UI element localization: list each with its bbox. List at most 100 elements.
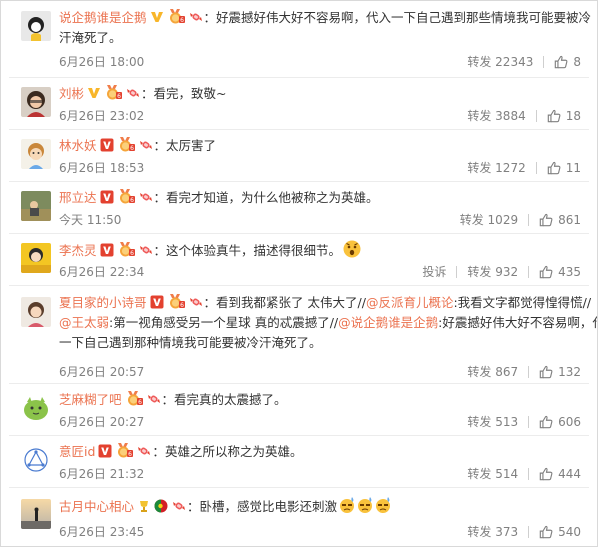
sweat-emoji-icon [339,496,355,514]
avatar[interactable] [21,243,51,273]
repost-button[interactable]: 转发 373 [467,523,518,540]
username[interactable]: 意匠id [59,444,95,459]
like-button[interactable]: 444 [528,467,581,481]
like-button[interactable]: 435 [528,265,581,279]
comment-item: 说企鹅谁是企鹅 ：好震撼好伟大好不容易啊，代入一下自己遇到那些情境我可能要被冷 汗… [1,1,597,79]
thumbs-up-icon [539,265,553,279]
report-button[interactable]: 投诉 [422,263,446,280]
vip-red-icon[interactable] [98,444,112,458]
avatar[interactable] [21,297,51,327]
comment-item: 李杰灵 ：这个体验真牛，描述得很细节。 6月26日 22:34 投诉 转发 932… [1,235,597,287]
repost-count: 1272 [495,160,526,175]
mention-link[interactable]: @说企鹅谁是企鹅 [338,315,438,330]
fan-candy-icon[interactable] [188,10,204,24]
report-label: 投诉 [422,265,447,279]
like-button[interactable]: 861 [528,213,581,227]
medal-icon[interactable] [167,293,185,309]
comment-time: 6月26日 18:53 [59,161,145,175]
trophy-icon[interactable] [137,499,151,513]
colon: ： [153,138,167,153]
vip-yellow-icon[interactable] [150,10,164,24]
colon: ： [152,444,165,459]
avatar[interactable] [21,11,51,41]
medal-icon[interactable] [117,188,135,204]
fan-candy-icon[interactable] [138,243,154,257]
repost-button[interactable]: 转发 514 [467,465,518,482]
comment-time: 6月26日 23:02 [59,109,145,123]
medal-icon[interactable] [117,241,135,257]
repost-count: 932 [495,264,519,279]
like-count: 132 [558,364,581,379]
avatar[interactable] [21,139,51,169]
fan-candy-icon[interactable] [146,392,162,406]
vip-red-icon[interactable] [100,190,114,204]
colon: ： [153,243,167,258]
thumbs-up-icon [539,467,553,481]
mention-link[interactable]: @王太弱 [59,315,109,330]
divider [9,487,589,488]
repost-button[interactable]: 转发 22343 [467,53,533,70]
repost-count: 373 [495,524,519,539]
repost-button[interactable]: 转发 867 [467,363,518,380]
fan-candy-icon[interactable] [171,499,187,513]
like-button[interactable]: 18 [535,109,581,123]
comments-panel: 说企鹅谁是企鹅 ：好震撼好伟大好不容易啊，代入一下自己遇到那些情境我可能要被冷 汗… [0,0,598,547]
username[interactable]: 李杰灵 [59,243,97,258]
comment-item: 古月中心相心 ：卧槽，感觉比电影还刺激 6月26日 23:45 转发 373 54… [1,489,597,546]
username[interactable]: 说企鹅谁是企鹅 [59,10,147,25]
repost-count: 1029 [487,212,519,227]
comment-text: 好震撼好伟大好不容易啊，代入一下自己遇到那些情境我可能要被冷 [216,10,592,25]
repost-button[interactable]: 转发 932 [456,263,518,280]
repost-label: 转发 [467,109,492,123]
fan-candy-icon[interactable] [138,138,154,152]
repost-button[interactable]: 转发 1029 [460,211,518,228]
like-button[interactable]: 11 [535,161,581,175]
fan-candy-icon[interactable] [138,190,154,204]
avatar[interactable] [21,191,51,221]
vip-yellow-icon[interactable] [87,86,101,100]
vip-red-icon[interactable] [100,243,114,257]
like-button[interactable]: 606 [528,415,581,429]
like-count: 444 [558,466,581,481]
divider [9,181,589,182]
like-button[interactable]: 132 [528,365,581,379]
repost-button[interactable]: 转发 513 [467,413,518,430]
mention-link[interactable]: @反派育儿概论 [366,295,454,310]
thumbs-up-icon [554,55,568,69]
medal-icon[interactable] [115,442,133,458]
vip-red-icon[interactable] [150,295,164,309]
repost-button[interactable]: 转发 3884 [467,107,525,124]
repost-button[interactable]: 转发 1272 [467,159,525,176]
username[interactable]: 林水妖 [59,138,97,153]
sweat-emoji-icon [375,496,391,514]
username[interactable]: 芝麻糊了吧 [59,392,122,407]
like-button[interactable]: 540 [528,525,581,539]
medal-icon[interactable] [117,136,135,152]
colon: ： [153,190,167,205]
avatar[interactable] [21,393,51,423]
thumbs-up-icon [539,525,553,539]
avatar[interactable] [21,499,51,529]
vip-red-icon[interactable] [100,138,114,152]
avatar[interactable] [21,87,51,117]
comment-time: 6月26日 18:00 [59,55,145,69]
fan-candy-icon[interactable] [136,444,152,458]
colon: ： [203,10,217,25]
comment-text: :第一视角感受另一个星球 真的忒震撼了// [109,315,339,330]
medal-icon[interactable] [167,8,185,24]
fan-candy-icon[interactable] [125,86,141,100]
portugal-flag-icon[interactable] [154,499,168,513]
username[interactable]: 夏目家的小诗哥 [59,295,147,310]
comment-item: 刘彬 ：看完，致敬~ 6月26日 23:02 转发 3884 18 [1,79,597,131]
comment-item: 意匠id ：英雄之所以称之为英雄。 6月26日 21:32 转发 514 444 [1,437,597,489]
comment-text: 这个体验真牛，描述得很细节。 [166,243,342,258]
avatar[interactable] [21,445,51,475]
fan-candy-icon[interactable] [188,295,204,309]
username[interactable]: 邢立达 [59,190,97,205]
medal-icon[interactable] [125,390,143,406]
username[interactable]: 古月中心相心 [59,499,134,514]
repost-label: 转发 [467,265,492,279]
medal-icon[interactable] [104,84,122,100]
like-button[interactable]: 8 [543,55,581,69]
username[interactable]: 刘彬 [59,86,84,101]
